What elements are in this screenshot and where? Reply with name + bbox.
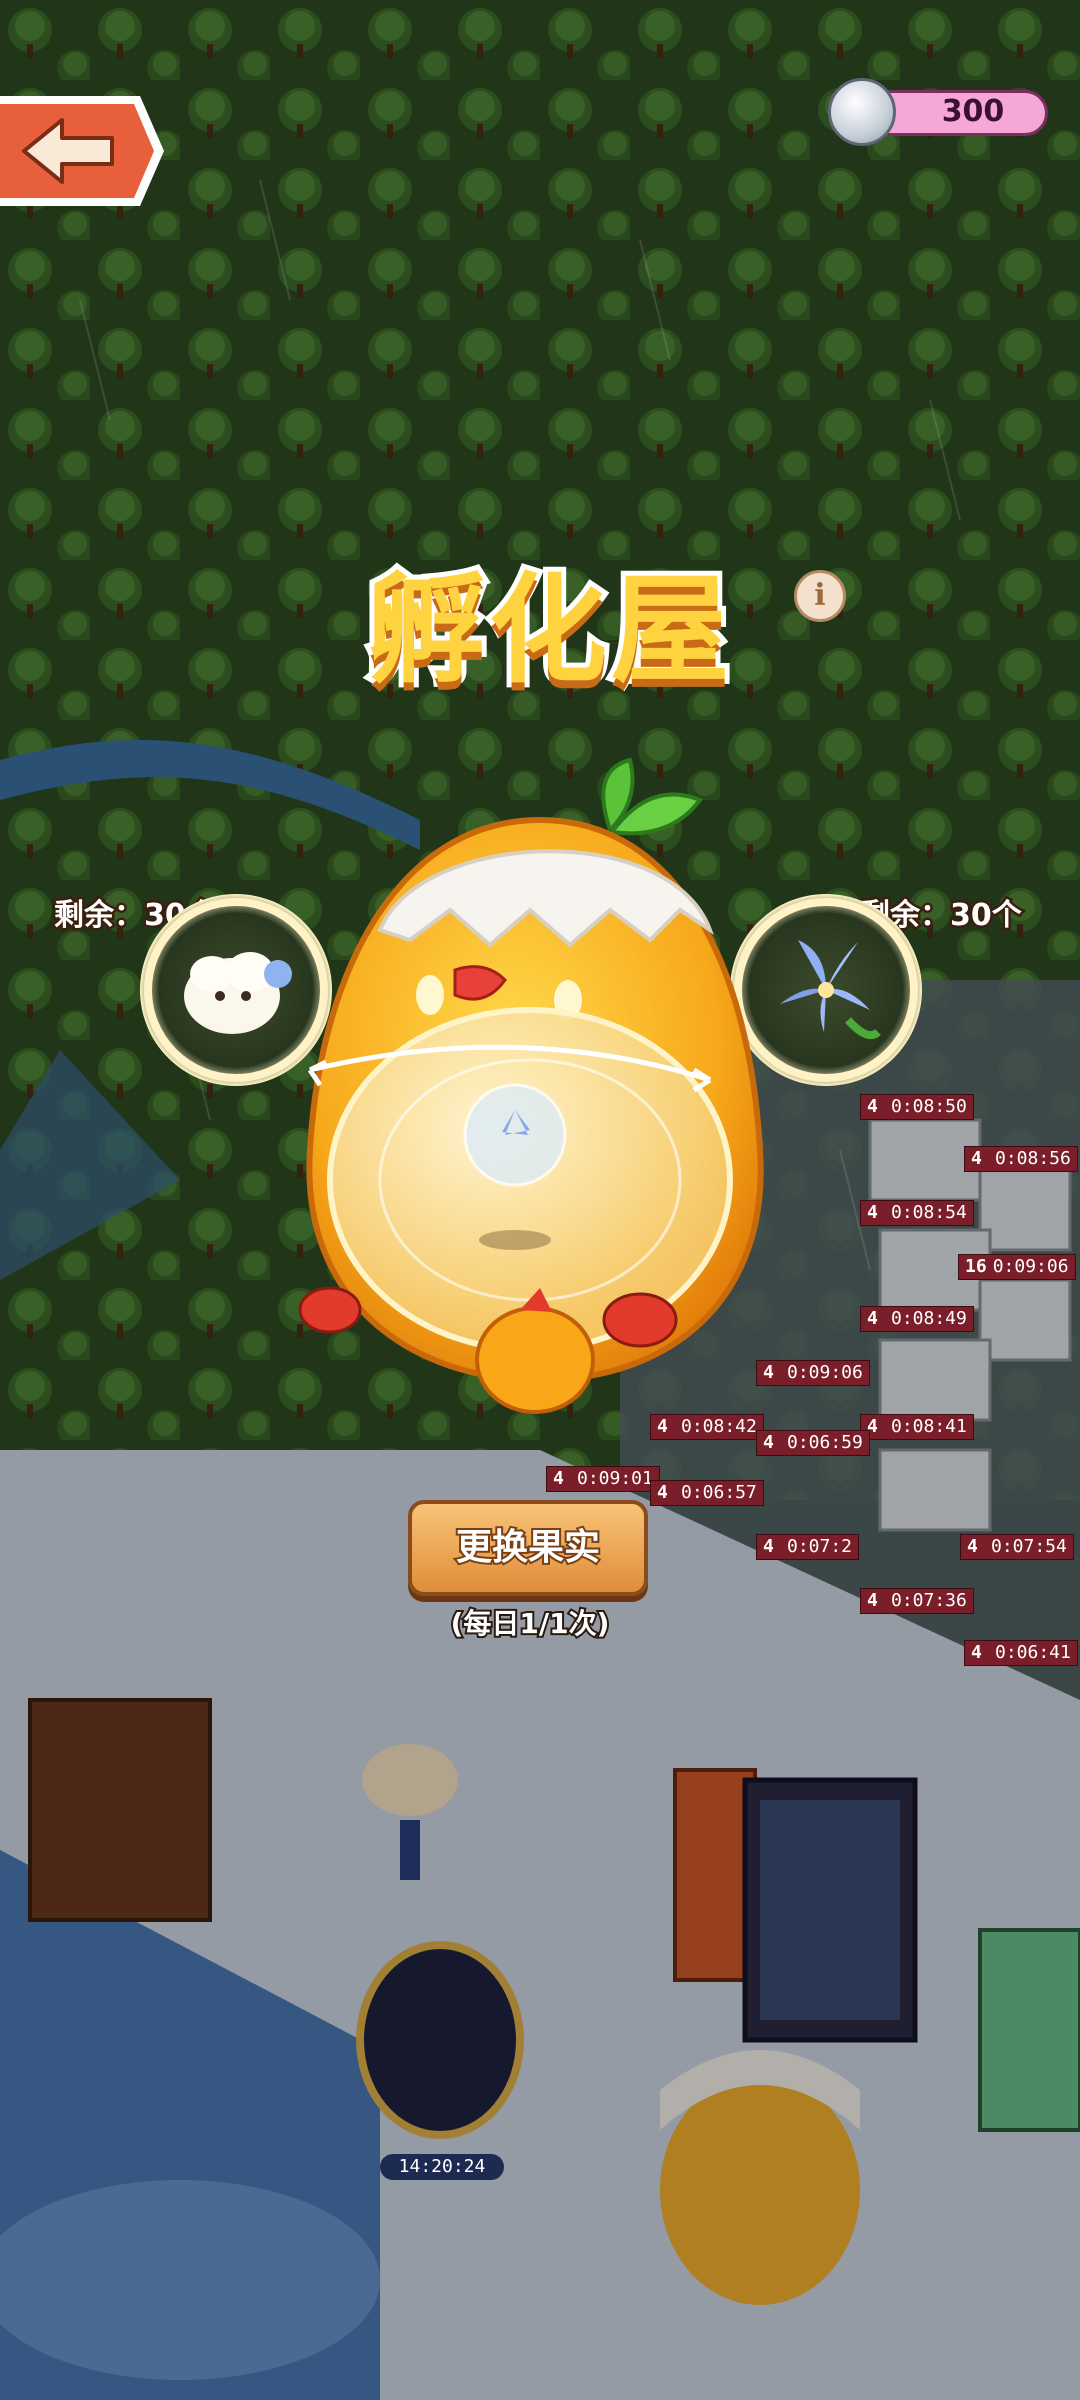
- timer-badge: 4 0:07:54: [960, 1534, 1074, 1560]
- info-icon[interactable]: i: [794, 570, 846, 622]
- daily-limit-label: (每日1/1次): [449, 1605, 612, 1642]
- timer-badge: 4 0:08:41: [860, 1414, 974, 1440]
- incubator-title: 孵化屋: [330, 540, 770, 720]
- title-text: 孵化屋: [362, 556, 734, 704]
- timer-badge: 4 0:09:01: [546, 1466, 660, 1492]
- coin-counter: 300: [828, 78, 1050, 146]
- timer-badge: 4 0:06:41: [964, 1640, 1078, 1666]
- bottom-timer: 14:20:24: [380, 2154, 504, 2180]
- coin-value: 300: [941, 94, 1005, 129]
- sprout-icon: [601, 757, 704, 836]
- coin-icon: [828, 78, 896, 146]
- timer-badge: 4 0:09:06: [756, 1360, 870, 1386]
- swap-fruit-button[interactable]: 更换果实: [408, 1500, 648, 1596]
- timer-badge: 4 0:07:36: [860, 1588, 974, 1614]
- chick-incubator: [298, 757, 764, 1414]
- timer-badge: 4 0:06:59: [756, 1430, 870, 1456]
- timer-badge: 4 0:08:50: [860, 1094, 974, 1120]
- timer-badge: 4 0:08:42: [650, 1414, 764, 1440]
- timer-badge: 4 0:06:57: [650, 1480, 764, 1506]
- timer-badge: 4 0:07:2: [756, 1534, 860, 1560]
- timer-badge: 4 0:08:54: [860, 1200, 974, 1226]
- timer-badge: 4 0:08:56: [964, 1146, 1078, 1172]
- back-button[interactable]: [0, 92, 168, 210]
- swap-fruit-label: 更换果实: [454, 1525, 602, 1570]
- timer-badge: 4 0:08:49: [860, 1306, 974, 1332]
- timer-badge: 16 0:09:06: [958, 1254, 1076, 1280]
